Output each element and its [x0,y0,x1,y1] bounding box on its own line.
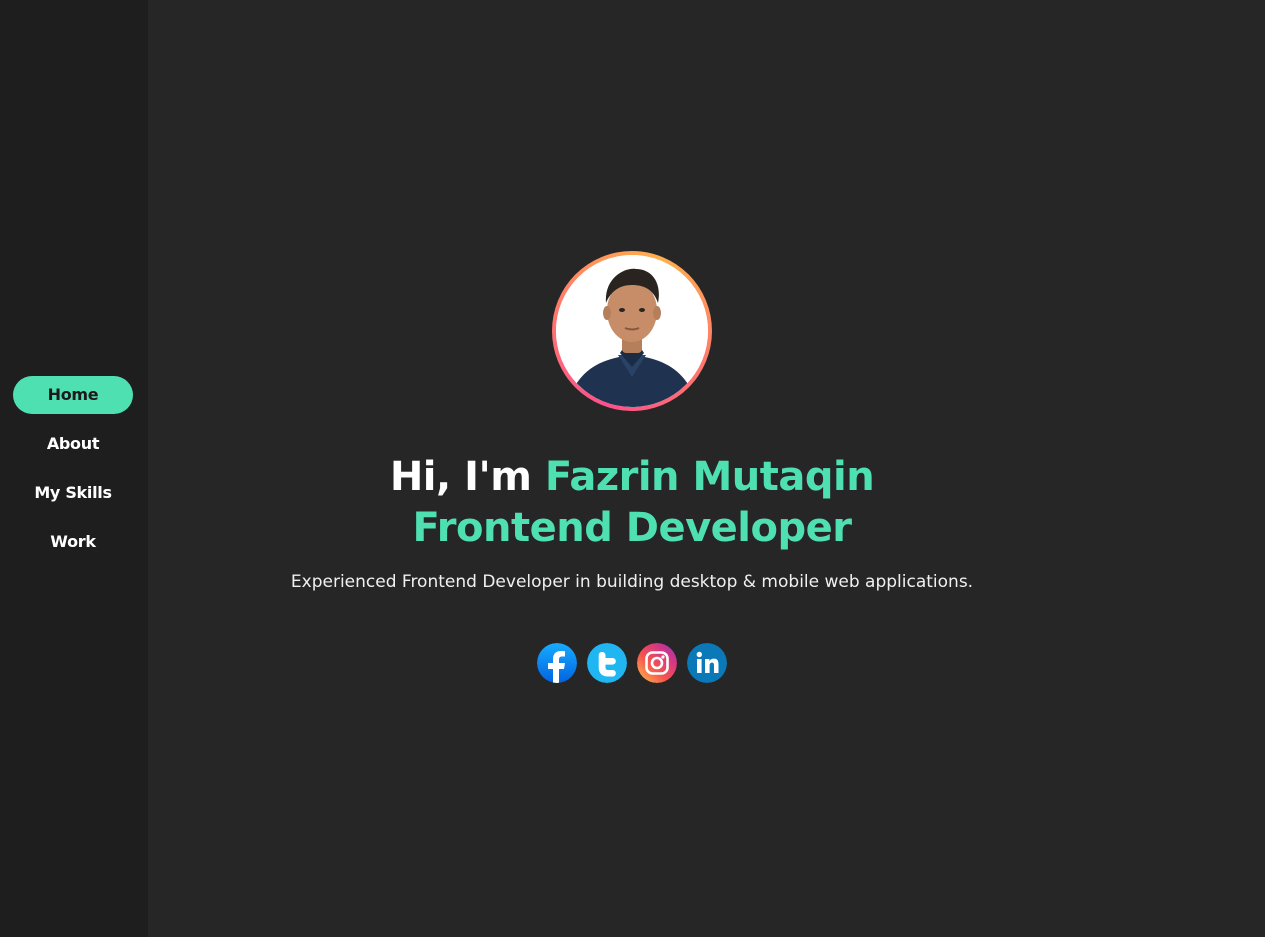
sidebar: Home About My Skills Work [0,0,148,937]
nav-item-about[interactable]: About [13,425,133,463]
profile-photo [556,255,708,407]
linkedin-link[interactable] [687,643,727,683]
hero-description: Experienced Frontend Developer in buildi… [290,572,974,592]
nav-item-work[interactable]: Work [13,523,133,561]
hero-role: Frontend Developer [412,505,852,551]
avatar [556,255,708,407]
facebook-link[interactable] [537,643,577,683]
hero-greeting: Hi, I'm [389,454,545,500]
sidebar-nav: Home About My Skills Work [13,376,133,572]
facebook-icon [537,643,577,683]
linkedin-icon [687,643,727,683]
hero-heading: Hi, I'm Fazrin Mutaqin [148,452,1116,502]
social-links [537,643,727,683]
instagram-icon [637,643,677,683]
twitter-icon [587,643,627,683]
nav-item-my-skills[interactable]: My Skills [13,474,133,512]
avatar-ring [552,251,712,411]
main-content: Hi, I'm Fazrin Mutaqin Frontend Develope… [148,0,1265,937]
hero-name: Fazrin Mutaqin [544,454,875,500]
nav-item-home[interactable]: Home [13,376,133,414]
twitter-link[interactable] [587,643,627,683]
instagram-link[interactable] [637,643,677,683]
